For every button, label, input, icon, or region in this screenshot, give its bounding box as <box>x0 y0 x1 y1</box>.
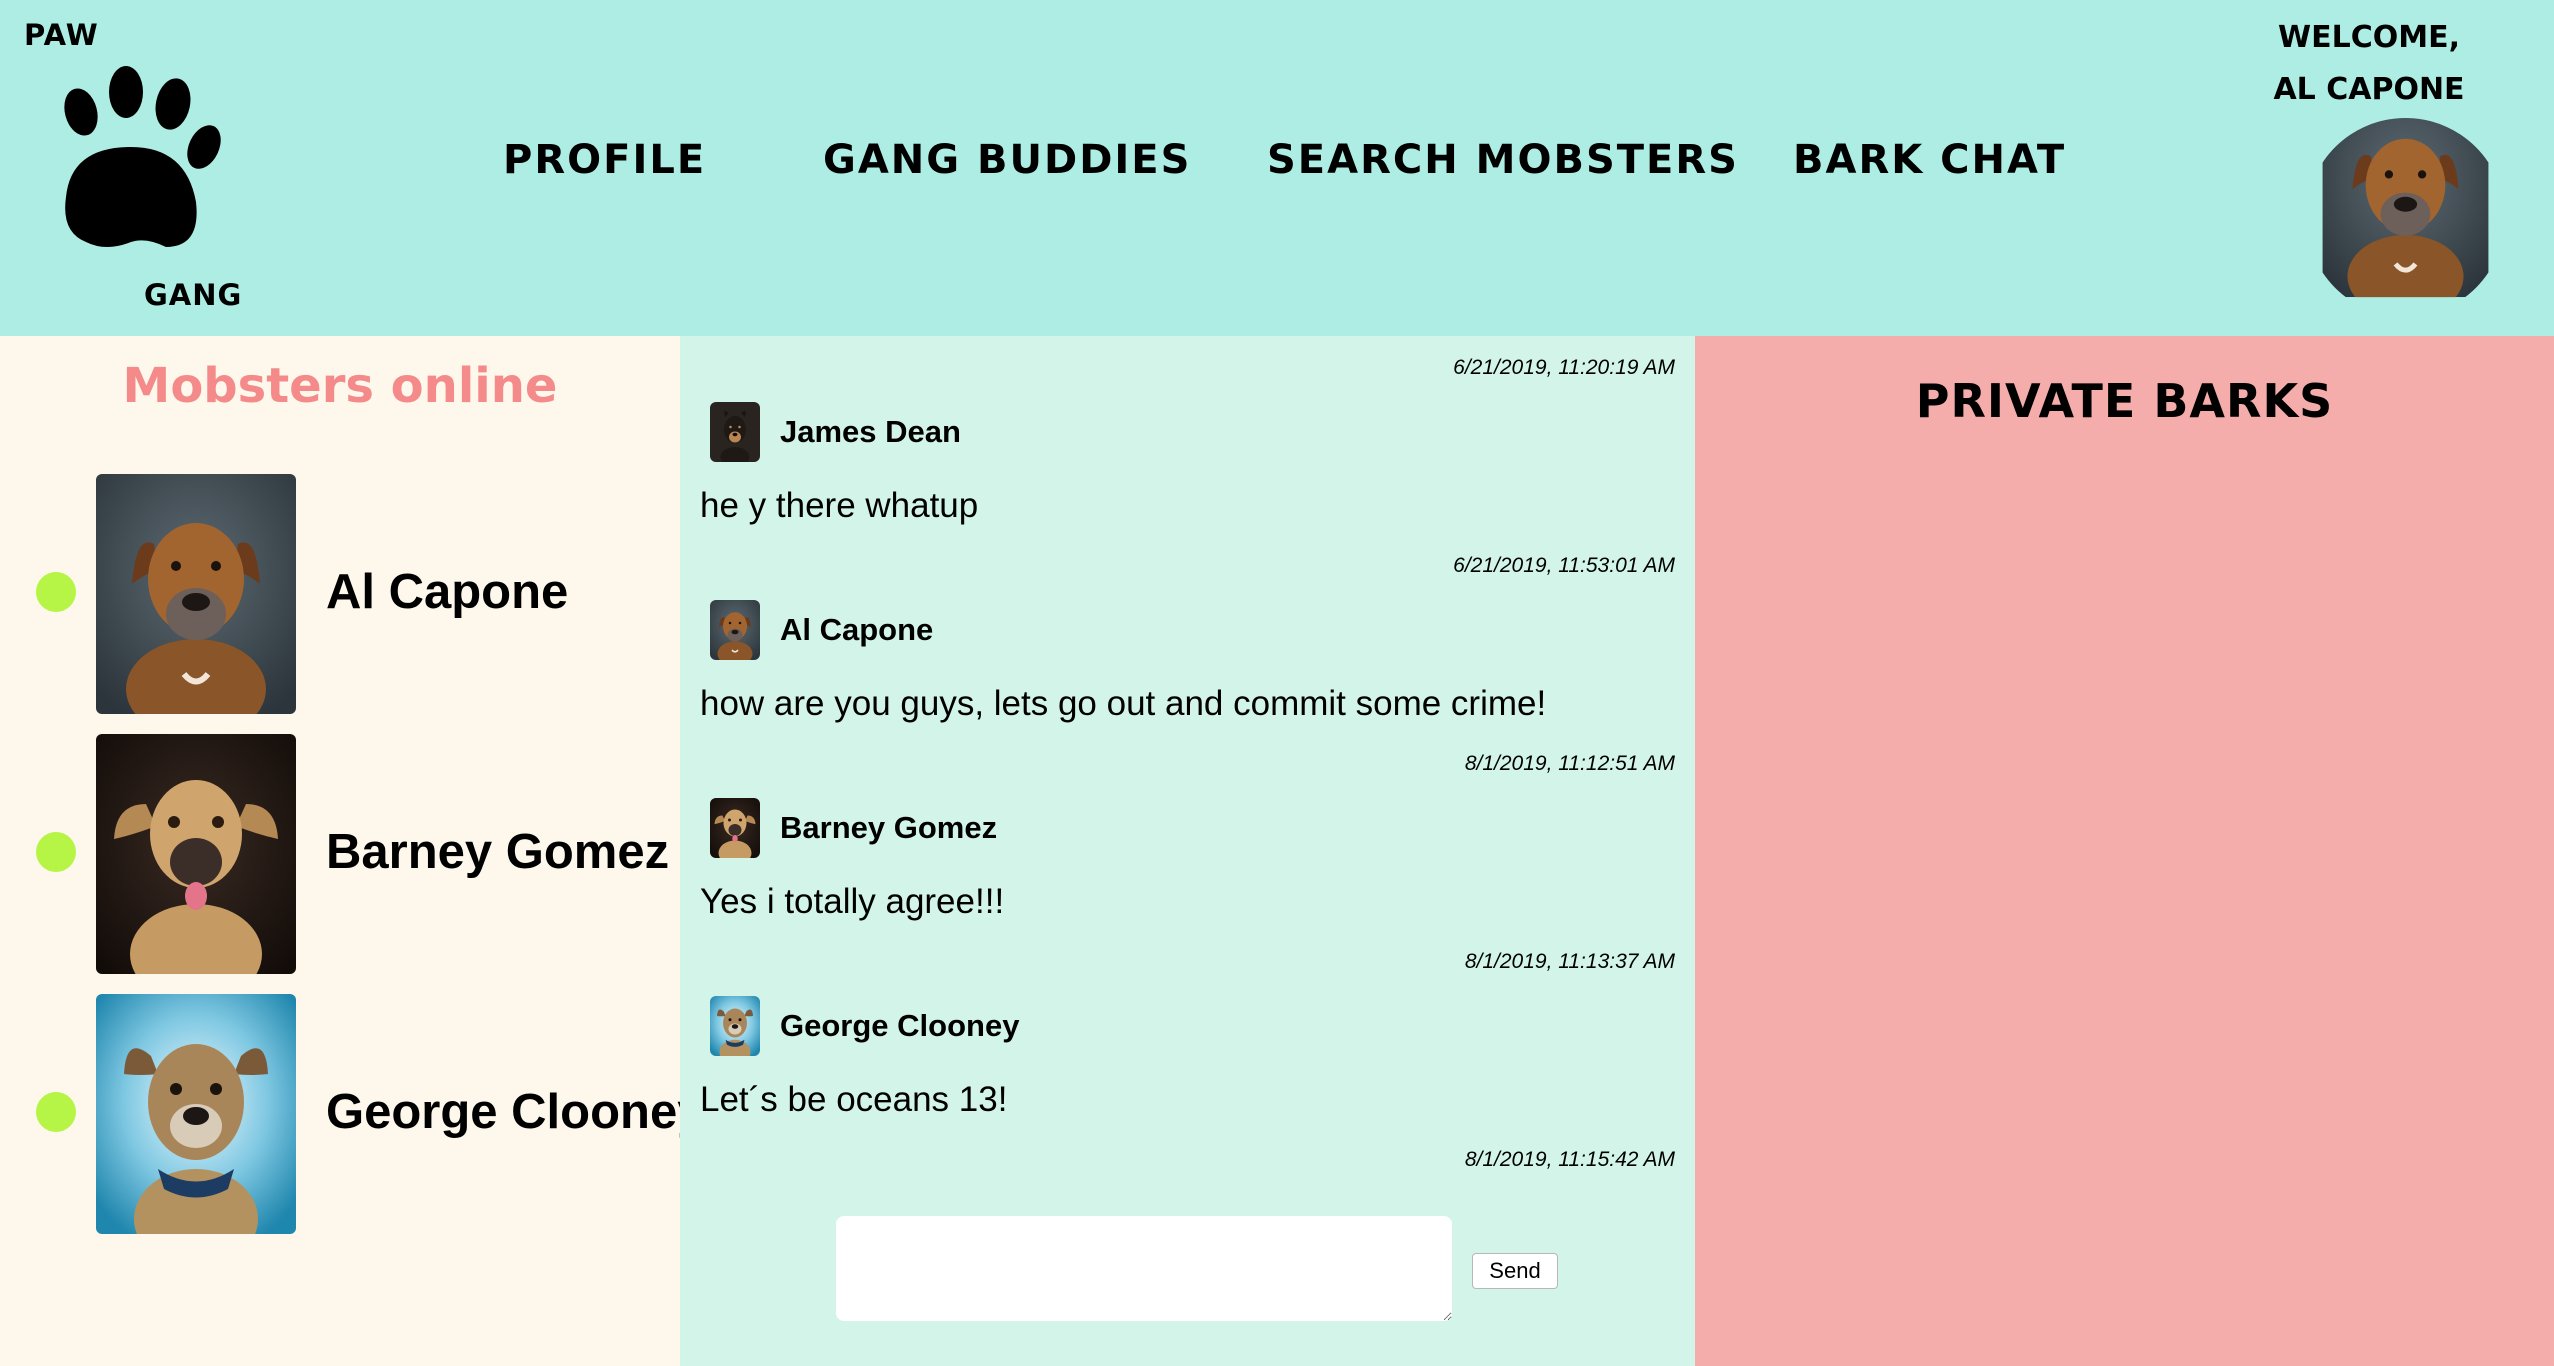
message-header: Al Capone <box>710 600 933 660</box>
message-author[interactable]: Al Capone <box>780 612 933 648</box>
message-header: George Clooney <box>710 996 1019 1056</box>
message-header: James Dean <box>710 402 961 462</box>
message-author[interactable]: George Clooney <box>780 1008 1019 1044</box>
online-status-dot <box>36 572 76 612</box>
member-name[interactable]: Al Capone <box>326 564 568 620</box>
message-text: Yes i totally agree!!! <box>700 882 1005 921</box>
message-text: Let´s be oceans 13! <box>700 1080 1008 1119</box>
member-name[interactable]: George Clooney <box>326 1084 704 1140</box>
private-barks-panel: PRIVATE BARKS <box>1695 336 2554 1366</box>
logo-text-bottom: GANG <box>144 278 243 312</box>
nav-search-mobsters-link[interactable]: SEARCH MOBSTERS <box>1267 132 1739 188</box>
paw-logo-icon[interactable] <box>36 62 236 262</box>
message-timestamp: 6/21/2019, 11:53:01 AM <box>1453 554 1675 577</box>
member-photo[interactable] <box>96 474 296 714</box>
message-author[interactable]: James Dean <box>780 414 961 450</box>
member-photo[interactable] <box>96 734 296 974</box>
member-name[interactable]: Barney Gomez <box>326 824 669 880</box>
nav-bark-chat-link[interactable]: BARK CHAT <box>1793 132 2066 188</box>
member-photo[interactable] <box>96 994 296 1234</box>
chat-panel: 6/21/2019, 11:20:19 AM James Dean he y t… <box>680 336 1695 1366</box>
welcome-username: AL CAPONE <box>2273 72 2465 107</box>
message-author-avatar[interactable] <box>710 600 760 660</box>
message-author-avatar[interactable] <box>710 996 760 1056</box>
private-panel-title: PRIVATE BARKS <box>1915 374 2334 428</box>
chat-message-input[interactable] <box>836 1216 1452 1321</box>
message-header: Barney Gomez <box>710 798 997 858</box>
logo-text-top: PAW <box>24 18 99 52</box>
header: PAW GANG PROFILE GANG BUDDIES SEARCH MOB… <box>0 0 2554 336</box>
message-text: he y there whatup <box>700 486 979 525</box>
nav-gang-buddies-link[interactable]: GANG BUDDIES <box>823 132 1191 188</box>
welcome-greeting: WELCOME, <box>2278 20 2460 55</box>
message-text: how are you guys, lets go out and commit… <box>700 684 1547 723</box>
message-timestamp: 6/21/2019, 11:20:19 AM <box>1453 356 1675 379</box>
online-panel-title: Mobsters online <box>122 358 558 414</box>
send-button[interactable]: Send <box>1472 1253 1558 1289</box>
online-status-dot <box>36 1092 76 1132</box>
message-timestamp: 8/1/2019, 11:13:37 AM <box>1464 950 1675 973</box>
online-status-dot <box>36 832 76 872</box>
message-author-avatar[interactable] <box>710 402 760 462</box>
online-member[interactable]: Al Capone <box>0 474 680 714</box>
nav-profile-link[interactable]: PROFILE <box>503 132 706 188</box>
user-avatar[interactable] <box>2306 118 2505 317</box>
message-timestamp: 8/1/2019, 11:15:42 AM <box>1464 1148 1675 1171</box>
message-author[interactable]: Barney Gomez <box>780 810 997 846</box>
message-timestamp: 8/1/2019, 11:12:51 AM <box>1464 752 1675 775</box>
online-member[interactable]: Barney Gomez <box>0 734 680 974</box>
welcome-message: WELCOME, AL CAPONE <box>2254 12 2484 116</box>
online-members-panel: Mobsters online Al Capone Barney Gomez G… <box>0 336 704 1366</box>
online-member[interactable]: George Clooney <box>0 994 704 1234</box>
message-author-avatar[interactable] <box>710 798 760 858</box>
